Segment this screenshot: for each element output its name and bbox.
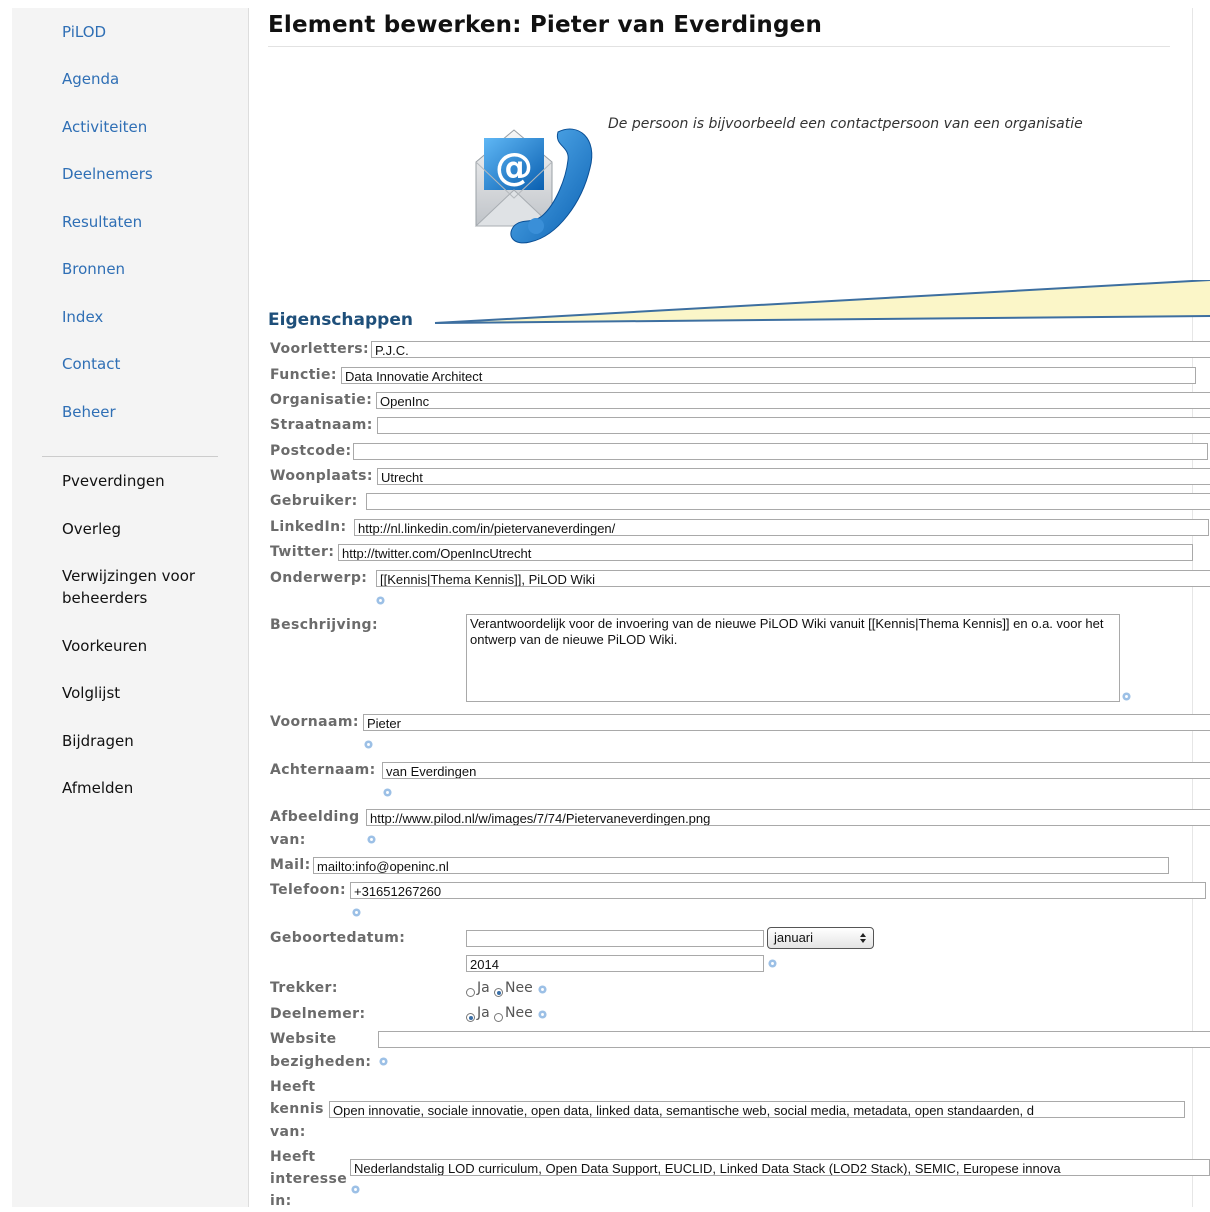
- geboortedatum-info-icon[interactable]: [768, 959, 777, 968]
- geboortedatum-label: Geboortedatum:: [270, 930, 406, 946]
- website-input[interactable]: [378, 1031, 1210, 1048]
- geboortedatum-year-input[interactable]: 2014: [466, 955, 764, 972]
- nav-activiteiten[interactable]: Activiteiten: [62, 118, 147, 136]
- website-label: Website: [270, 1031, 337, 1047]
- afbeelding-label-line2: van:: [270, 832, 306, 848]
- logout-link[interactable]: Afmelden: [62, 777, 133, 799]
- title-divider: [268, 46, 1170, 47]
- afbeelding-input[interactable]: http://www.pilod.nl/w/images/7/74/Pieter…: [366, 809, 1210, 826]
- trekker-info-icon[interactable]: [538, 985, 547, 994]
- gebruiker-input[interactable]: [366, 493, 1210, 510]
- voornaam-input[interactable]: Pieter: [363, 714, 1210, 731]
- interesse-label-line3: in:: [270, 1193, 292, 1209]
- svg-text:@: @: [495, 145, 533, 189]
- voorletters-label: Voorletters:: [270, 341, 370, 357]
- user-link[interactable]: Pveverdingen: [62, 470, 165, 492]
- functie-label: Functie:: [270, 367, 337, 383]
- twitter-label: Twitter:: [270, 544, 335, 560]
- interesse-label: Heeft: [270, 1149, 316, 1165]
- onderwerp-label: Onderwerp:: [270, 570, 368, 586]
- kennis-label-line2: kennis: [270, 1101, 324, 1117]
- trekker-ja-label: Ja: [477, 980, 490, 996]
- interesse-input[interactable]: Nederlandstalig LOD curriculum, Open Dat…: [350, 1159, 1210, 1176]
- sidebar: PiLOD Agenda Activiteiten Deelnemers Res…: [12, 8, 249, 1207]
- beschrijving-textarea[interactable]: Verantwoordelijk voor de invoering van d…: [466, 614, 1120, 702]
- deelnemer-info-icon[interactable]: [538, 1010, 547, 1019]
- admin-references-link[interactable]: Verwijzingen voor beheerders: [62, 565, 222, 609]
- nav-deelnemers[interactable]: Deelnemers: [62, 165, 153, 183]
- voorletters-input[interactable]: P.J.C.: [371, 341, 1210, 358]
- interesse-info-icon[interactable]: [351, 1185, 360, 1194]
- select-arrows-icon: [860, 933, 866, 943]
- intro-note: De persoon is bijvoorbeeld een contactpe…: [608, 116, 1083, 132]
- nav-pilod[interactable]: PiLOD: [62, 23, 106, 41]
- deelnemer-nee-label: Nee: [505, 1005, 533, 1021]
- website-label-line2: bezigheden:: [270, 1054, 372, 1070]
- twitter-input[interactable]: http://twitter.com/OpenIncUtrecht: [338, 544, 1193, 561]
- telefoon-info-icon[interactable]: [352, 908, 361, 917]
- straatnaam-input[interactable]: [377, 417, 1210, 434]
- beschrijving-label: Beschrijving:: [270, 617, 378, 633]
- linkedin-label: LinkedIn:: [270, 519, 347, 535]
- afbeelding-label: Afbeelding: [270, 809, 360, 825]
- website-info-icon[interactable]: [379, 1057, 388, 1066]
- afbeelding-info-icon[interactable]: [367, 835, 376, 844]
- nav-agenda[interactable]: Agenda: [62, 70, 119, 88]
- postcode-input[interactable]: [353, 443, 1208, 460]
- month-selected-value: januari: [774, 930, 814, 945]
- nav-contact[interactable]: Contact: [62, 355, 120, 373]
- functie-input[interactable]: Data Innovatie Architect: [341, 367, 1196, 384]
- talk-link[interactable]: Overleg: [62, 518, 121, 540]
- interesse-label-line2: interesse: [270, 1171, 348, 1187]
- achternaam-info-icon[interactable]: [383, 788, 392, 797]
- geboortedatum-day-input[interactable]: [466, 930, 764, 947]
- nav-index[interactable]: Index: [62, 308, 103, 326]
- organisatie-input[interactable]: OpenInc: [376, 392, 1210, 409]
- trekker-label: Trekker:: [270, 980, 338, 996]
- callout-pointer: [434, 280, 1210, 324]
- deelnemer-nee-radio[interactable]: [494, 1013, 503, 1022]
- gebruiker-label: Gebruiker:: [270, 493, 358, 509]
- deelnemer-ja-label: Ja: [477, 1005, 490, 1021]
- telefoon-label: Telefoon:: [270, 882, 346, 898]
- onderwerp-input[interactable]: [[Kennis|Thema Kennis]], PiLOD Wiki: [376, 570, 1210, 587]
- trekker-ja-radio[interactable]: [466, 988, 475, 997]
- postcode-label: Postcode:: [270, 443, 352, 459]
- mail-label: Mail:: [270, 857, 311, 873]
- sidebar-divider: [42, 456, 218, 457]
- beschrijving-info-icon[interactable]: [1122, 692, 1131, 701]
- kennis-label: Heeft: [270, 1079, 316, 1095]
- nav-bronnen[interactable]: Bronnen: [62, 260, 125, 278]
- contributions-link[interactable]: Bijdragen: [62, 730, 134, 752]
- content-border: [1192, 8, 1193, 1207]
- telefoon-input[interactable]: +31651267260: [350, 882, 1206, 899]
- deelnemer-ja-radio[interactable]: [466, 1013, 475, 1022]
- achternaam-input[interactable]: van Everdingen: [382, 762, 1210, 779]
- achternaam-label: Achternaam:: [270, 762, 376, 778]
- kennis-label-line3: van:: [270, 1124, 306, 1140]
- mail-input[interactable]: mailto:info@openinc.nl: [313, 857, 1169, 874]
- linkedin-input[interactable]: http://nl.linkedin.com/in/pietervaneverd…: [354, 519, 1209, 536]
- geboortedatum-month-select[interactable]: januari: [767, 927, 874, 949]
- voornaam-label: Voornaam:: [270, 714, 359, 730]
- deelnemer-label: Deelnemer:: [270, 1006, 366, 1022]
- voornaam-info-icon[interactable]: [364, 740, 373, 749]
- woonplaats-input[interactable]: Utrecht: [377, 468, 1210, 485]
- straatnaam-label: Straatnaam:: [270, 417, 373, 433]
- onderwerp-info-icon[interactable]: [376, 596, 385, 605]
- trekker-nee-label: Nee: [505, 980, 533, 996]
- email-phone-icon: @: [474, 128, 593, 244]
- kennis-input[interactable]: Open innovatie, sociale innovatie, open …: [329, 1101, 1185, 1118]
- watchlist-link[interactable]: Volglijst: [62, 682, 120, 704]
- nav-beheer[interactable]: Beheer: [62, 403, 116, 421]
- nav-resultaten[interactable]: Resultaten: [62, 213, 142, 231]
- preferences-link[interactable]: Voorkeuren: [62, 635, 147, 657]
- page-title: Element bewerken: Pieter van Everdingen: [268, 12, 823, 38]
- section-heading: Eigenschappen: [268, 310, 413, 330]
- organisatie-label: Organisatie:: [270, 392, 373, 408]
- trekker-nee-radio[interactable]: [494, 988, 503, 997]
- woonplaats-label: Woonplaats:: [270, 468, 373, 484]
